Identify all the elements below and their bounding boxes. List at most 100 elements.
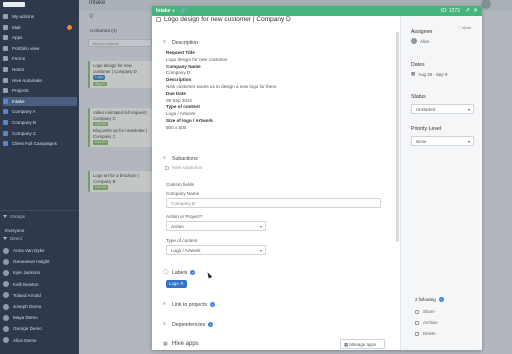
sidebar-item-forms[interactable]: Forms [3,54,77,63]
avatar [3,292,9,299]
direct-message-item[interactable]: Alice Demo [3,336,77,345]
label-chip[interactable]: Logo ✕ [166,280,187,288]
add-subaction-icon[interactable] [165,166,169,170]
link-projects-label: Link to projects + [172,302,215,308]
logo[interactable] [3,2,25,7]
sidebar-item-mail[interactable]: Mail [3,23,77,32]
avatar [3,337,9,344]
sidebar-item-everyone[interactable]: Everyone [3,226,77,235]
avatar [3,281,9,288]
sidebar-item-intake[interactable]: Intake [3,96,77,106]
sidebar-item-projects[interactable]: Projects [3,86,77,95]
form-icon [3,56,8,62]
sidebar-item-label: Company A [12,109,36,115]
direct-message-item[interactable]: Anna Van Dyke [3,246,77,255]
sidebar-item-label: Hive Automate [12,77,42,83]
following-count[interactable]: 2 following + [415,297,444,302]
status-label: Status [411,94,426,100]
sidebar-item-portfolio-view[interactable]: Portfolio view [3,44,77,53]
status-select[interactable]: Unstarted ▾ [411,104,474,114]
description-field-name: Request Title [166,50,195,55]
hive-apps-label: Hive apps [172,341,199,347]
content-type-select[interactable]: Logo / Artwork ▾ [166,245,266,255]
delete-button[interactable]: Delete [415,331,436,336]
automate-icon [3,77,8,83]
direct-message-item[interactable]: Kyle Jackson [3,268,77,277]
sidebar-item-client-full-campaigns[interactable]: Client Full Campaigns [3,139,77,148]
action-id: ID: 1273 [441,7,460,14]
sidebar-item-label: Intake [12,98,25,104]
direct-message-item[interactable]: Toland Arnold [3,291,77,300]
add-follower-icon[interactable]: + [438,297,444,302]
description-field-name: Description [166,77,192,83]
direct-message-item[interactable]: Maya Demo [3,313,77,322]
expand-icon[interactable]: ↗ [465,8,470,14]
avatar [3,258,9,265]
person-name: George Demo [13,326,42,332]
sidebar-item-label: Apps [12,35,23,41]
description-text[interactable]: Request Title Logo design for new custome… [166,50,386,132]
more-menu[interactable]: ⋮ More [457,25,471,30]
description-field-value: 500 x 500 [166,124,187,130]
status-dropdown[interactable]: Intake ▾ [156,8,174,14]
add-label-icon[interactable]: + [190,270,196,276]
archive-button[interactable]: Archive [415,320,438,325]
sidebar-item-company-b[interactable]: Company B [3,118,77,127]
sidebar-item-apps[interactable]: Apps [3,33,77,42]
description-field-name: Due Date [166,90,186,96]
apps-icon [3,35,8,41]
sidebar-item-my-actions[interactable]: My actions [3,12,77,21]
company-name-field[interactable]: Company D [166,198,381,208]
direct-message-item[interactable]: George Demo [3,324,77,333]
assignee-value[interactable]: Alice [411,38,430,44]
project-icon [3,120,8,125]
sidebar-item-company-c[interactable]: Company C [3,129,77,138]
scrollbar[interactable] [396,32,399,242]
caret-down-icon: ▾ [467,107,470,112]
portfolio-icon [3,45,8,51]
add-dependency-icon[interactable]: + [208,322,214,328]
caret-down-icon: ▾ [259,248,262,253]
share-button[interactable]: Share [415,309,435,314]
header-icons: 🔗 [180,8,186,14]
action-or-project-select[interactable]: Action ▾ [166,221,266,231]
sidebar-item-label: Mail [12,24,21,30]
person-name: Kyle Jackson [13,270,41,276]
add-link-icon[interactable]: + [209,302,215,308]
project-icon [3,109,8,115]
description-field-value: Company D [166,70,191,76]
calendar-icon: ▦ [411,71,416,76]
description-field-name: Size of logo / Artwork [166,117,213,123]
avatar [3,303,9,310]
assignee-label: Assignee [411,29,433,35]
avatar [3,247,9,254]
sidebar-item-label: Client Full Campaigns [12,141,57,147]
sidebar-item-notes[interactable]: Notes [3,65,77,74]
dates-value[interactable]: ▦ Aug 29 - Sep 9 [411,71,447,77]
link-icon[interactable]: 🔗 [180,8,186,14]
sidebar-item-hive-automate[interactable]: Hive Automate [3,76,77,85]
modal-right-pane: ⋮ More Assignee Alice Dates ▦ Aug 29 - Se… [400,16,482,350]
person-name: Genevieve Haight [13,259,50,265]
person-name: Kelli Newton [13,281,39,287]
direct-section[interactable]: Direct [3,236,22,241]
priority-select[interactable]: None ▾ [411,136,474,146]
new-subaction-input[interactable]: New subaction [172,165,202,170]
close-icon[interactable]: ✕ [473,8,478,14]
direct-message-item[interactable]: Genevieve Haight [3,257,77,266]
sidebar: My actions Mail Apps Portfolio view Forms Not… [0,0,79,354]
direct-message-item[interactable]: Joseph Demo [3,302,77,311]
subactions-label: Subactions [172,156,198,162]
mail-icon [3,24,8,30]
avatar [411,38,417,44]
sidebar-item-company-a[interactable]: Company A [3,107,77,116]
caret-down-icon: ▾ [259,224,262,229]
direct-message-item[interactable]: Kelli Newton [3,280,77,289]
hive-apps-icon: ▦ [163,341,168,347]
priority-label: Priority Level [411,126,441,132]
content-type-label: Type of content [166,238,198,243]
groups-section[interactable]: Groups [3,214,25,219]
manage-apps-button[interactable]: ▦ Manage apps [340,339,385,349]
company-name-label: Company Name [166,191,200,196]
sidebar-item-label: Notes [12,67,25,72]
